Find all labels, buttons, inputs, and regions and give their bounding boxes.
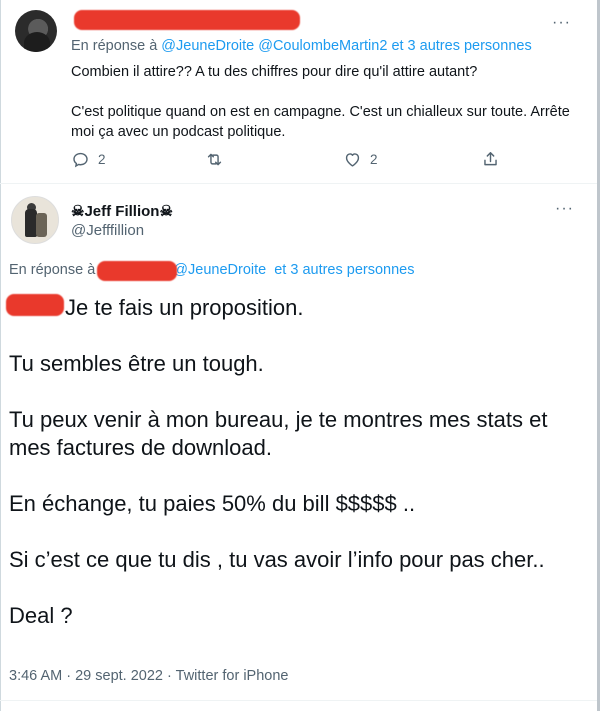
tweet-paragraph: Deal ? [9,603,73,628]
avatar[interactable] [15,10,57,52]
share-button[interactable] [481,150,500,169]
divider [0,700,597,701]
tweet-paragraph: C'est politique quand on est en campagne… [71,104,570,140]
reply-context: En réponse à @JeuneDroite et 3 autres pe… [9,262,415,278]
tweet-paragraph: Combien il attire?? A tu des chiffres po… [71,64,478,80]
retweet-icon [207,153,222,166]
skull-icon: ☠ [159,203,173,220]
others-link[interactable]: et 3 autres personnes [274,262,414,278]
action-bar: 2 2 [71,150,511,174]
tweet-time[interactable]: 3:46 AM [9,668,62,684]
mention-link[interactable]: @JeuneDroite [161,38,254,54]
avatar-figure [36,213,47,237]
tweet-paragraph: Tu sembles être un tough. [9,351,264,376]
more-icon[interactable]: ··· [552,14,571,32]
reply-prefix: En réponse à [71,38,158,54]
separator: · [66,668,72,684]
tweet-text: Je te fais un proposition. Tu sembles êt… [9,294,589,658]
tweet-paragraph: En échange, tu paies 50% du bill $$$$$ .… [9,491,416,516]
tweet-metadata: 3:46 AM · 29 sept. 2022 · Twitter for iP… [9,668,288,684]
tweet-paragraph: Si c’est ce que tu dis , tu vas avoir l’… [9,547,545,572]
reply-icon [73,152,88,168]
reply-context: En réponse à @JeuneDroite @CoulombeMarti… [71,38,532,54]
tweet-paragraph: Tu peux venir à mon bureau, je te montre… [9,407,548,460]
tweet-text: Combien il attire?? A tu des chiffres po… [71,62,571,162]
separator: · [167,668,172,684]
mention-link[interactable]: @JeuneDroite [173,262,266,278]
reply-prefix: En réponse à [9,262,96,278]
share-icon [484,152,497,166]
user-handle[interactable]: @Jefffillion [71,222,144,239]
display-name-text: Jeff Fillion [84,203,160,220]
mention-link[interactable]: @CoulombeMartin2 [258,38,387,54]
like-button[interactable]: 2 [343,150,378,169]
avatar[interactable] [11,196,59,244]
tweet-paragraph-text: Je te fais un proposition. [65,295,304,320]
tweet-source[interactable]: Twitter for iPhone [176,668,289,684]
tweet-paragraph: Je te fais un proposition. [9,294,589,322]
like-count: 2 [370,152,378,167]
reply-button[interactable]: 2 [71,150,106,169]
reply-count: 2 [98,152,106,167]
redaction-name [6,294,64,316]
tweet-date[interactable]: 29 sept. 2022 [75,668,163,684]
more-icon[interactable]: ··· [555,200,574,218]
skull-icon: ☠ [71,203,85,220]
others-link[interactable]: et 3 autres personnes [391,38,531,54]
retweet-button[interactable] [205,150,224,169]
redaction-mention [97,261,177,281]
reply-tweet[interactable]: ··· En réponse à @JeuneDroite @CoulombeM… [0,0,597,184]
display-name[interactable]: ☠Jeff Fillion☠ [71,202,173,220]
like-icon [345,153,360,167]
redaction-username [74,10,300,30]
